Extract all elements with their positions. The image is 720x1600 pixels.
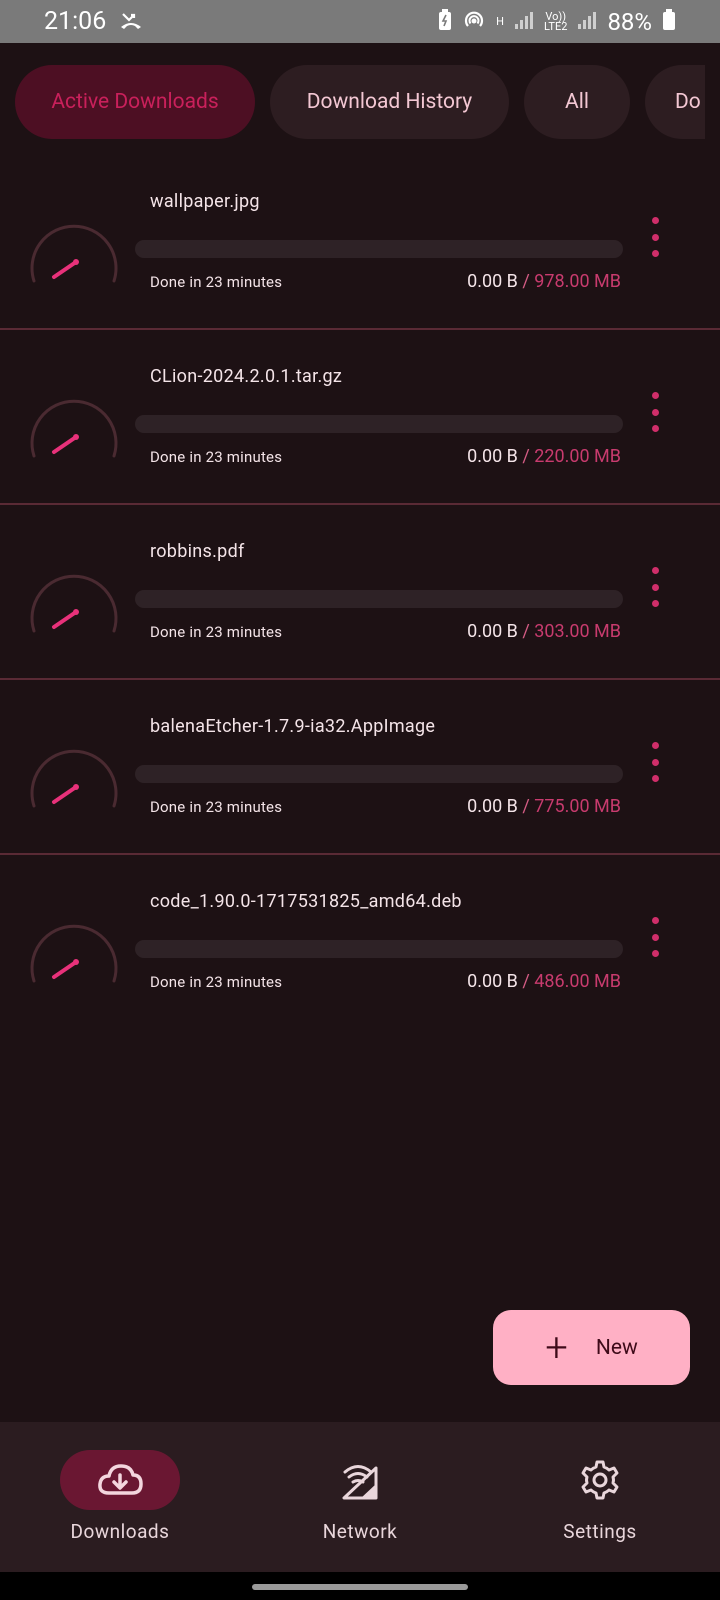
file-name: CLion-2024.2.0.1.tar.gz xyxy=(150,366,343,387)
size-text: 0.00 B / 220.00 MB xyxy=(467,446,621,467)
progress-bar xyxy=(135,590,623,608)
battery-saver-icon xyxy=(438,8,452,35)
tab-downloaded[interactable]: Do xyxy=(645,65,705,139)
speed-gauge-icon xyxy=(30,749,118,808)
tab-active-downloads[interactable]: Active Downloads xyxy=(15,65,255,139)
battery-icon xyxy=(662,8,676,35)
nav-network-label: Network xyxy=(322,1520,398,1543)
downloaded-size: 0.00 B xyxy=(467,971,518,992)
progress-bar xyxy=(135,940,623,958)
total-size: 303.00 MB xyxy=(534,621,621,642)
total-size: 220.00 MB xyxy=(534,446,621,467)
more-options-icon[interactable] xyxy=(642,567,668,607)
hotspot-icon xyxy=(462,9,486,35)
bottom-navigation: Downloads Network Settings xyxy=(0,1422,720,1572)
signal-icon-2 xyxy=(577,10,597,34)
size-separator: / xyxy=(522,271,530,292)
nav-downloads-label: Downloads xyxy=(70,1520,170,1543)
speed-gauge-icon xyxy=(30,224,118,283)
downloaded-size: 0.00 B xyxy=(467,796,518,817)
size-separator: / xyxy=(522,621,530,642)
network-type-h: H xyxy=(496,14,504,28)
nav-settings[interactable]: Settings xyxy=(480,1422,720,1572)
new-download-button[interactable]: + New xyxy=(493,1310,690,1385)
more-options-icon[interactable] xyxy=(642,217,668,257)
plus-icon: + xyxy=(545,1323,568,1371)
status-time: 21:06 xyxy=(44,7,107,36)
download-item[interactable]: code_1.90.0-1717531825_amd64.deb Done in… xyxy=(0,855,720,1030)
gear-icon xyxy=(540,1450,660,1510)
downloaded-size: 0.00 B xyxy=(467,446,518,467)
more-options-icon[interactable] xyxy=(642,917,668,957)
size-separator: / xyxy=(522,971,530,992)
cloud-download-icon xyxy=(60,1450,180,1510)
tab-all[interactable]: All xyxy=(524,65,630,139)
missed-call-icon xyxy=(120,10,142,34)
signal-icon xyxy=(514,10,534,34)
total-size: 775.00 MB xyxy=(534,796,621,817)
download-list: wallpaper.jpg Done in 23 minutes 0.00 B … xyxy=(0,155,720,1030)
download-item[interactable]: balenaEtcher-1.7.9-ia32.AppImage Done in… xyxy=(0,680,720,855)
file-name: robbins.pdf xyxy=(150,541,245,562)
eta-text: Done in 23 minutes xyxy=(150,273,283,291)
file-name: wallpaper.jpg xyxy=(150,191,260,212)
file-name: code_1.90.0-1717531825_amd64.deb xyxy=(150,891,462,912)
home-gesture-handle[interactable] xyxy=(252,1584,468,1590)
nav-settings-label: Settings xyxy=(563,1520,637,1543)
speed-gauge-icon xyxy=(30,924,118,983)
size-text: 0.00 B / 978.00 MB xyxy=(467,271,621,292)
more-options-icon[interactable] xyxy=(642,392,668,432)
downloaded-size: 0.00 B xyxy=(467,621,518,642)
progress-bar xyxy=(135,415,623,433)
battery-percent: 88% xyxy=(607,7,652,36)
downloaded-size: 0.00 B xyxy=(467,271,518,292)
progress-bar xyxy=(135,240,623,258)
eta-text: Done in 23 minutes xyxy=(150,623,283,641)
progress-bar xyxy=(135,765,623,783)
file-name: balenaEtcher-1.7.9-ia32.AppImage xyxy=(150,716,436,737)
status-bar: 21:06 H Vo)) LTE2 88% xyxy=(0,0,720,43)
speed-gauge-icon xyxy=(30,574,118,633)
total-size: 978.00 MB xyxy=(534,271,621,292)
eta-text: Done in 23 minutes xyxy=(150,448,283,466)
network-signal-icon xyxy=(300,1450,420,1510)
eta-text: Done in 23 minutes xyxy=(150,798,283,816)
download-item[interactable]: CLion-2024.2.0.1.tar.gz Done in 23 minut… xyxy=(0,330,720,505)
download-item[interactable]: wallpaper.jpg Done in 23 minutes 0.00 B … xyxy=(0,155,720,330)
nav-downloads[interactable]: Downloads xyxy=(0,1422,240,1572)
gesture-area xyxy=(0,1572,720,1600)
nav-network[interactable]: Network xyxy=(240,1422,480,1572)
download-item[interactable]: robbins.pdf Done in 23 minutes 0.00 B / … xyxy=(0,505,720,680)
size-text: 0.00 B / 486.00 MB xyxy=(467,971,621,992)
size-separator: / xyxy=(522,446,530,467)
volte-indicator: Vo)) LTE2 xyxy=(543,9,568,33)
eta-text: Done in 23 minutes xyxy=(150,973,283,991)
more-options-icon[interactable] xyxy=(642,742,668,782)
size-separator: / xyxy=(522,796,530,817)
size-text: 0.00 B / 303.00 MB xyxy=(467,621,621,642)
speed-gauge-icon xyxy=(30,399,118,458)
size-text: 0.00 B / 775.00 MB xyxy=(467,796,621,817)
new-download-label: New xyxy=(595,1335,638,1360)
total-size: 486.00 MB xyxy=(534,971,621,992)
tab-download-history[interactable]: Download History xyxy=(270,65,509,139)
download-filter-tabs: Active Downloads Download History All Do xyxy=(15,65,705,139)
